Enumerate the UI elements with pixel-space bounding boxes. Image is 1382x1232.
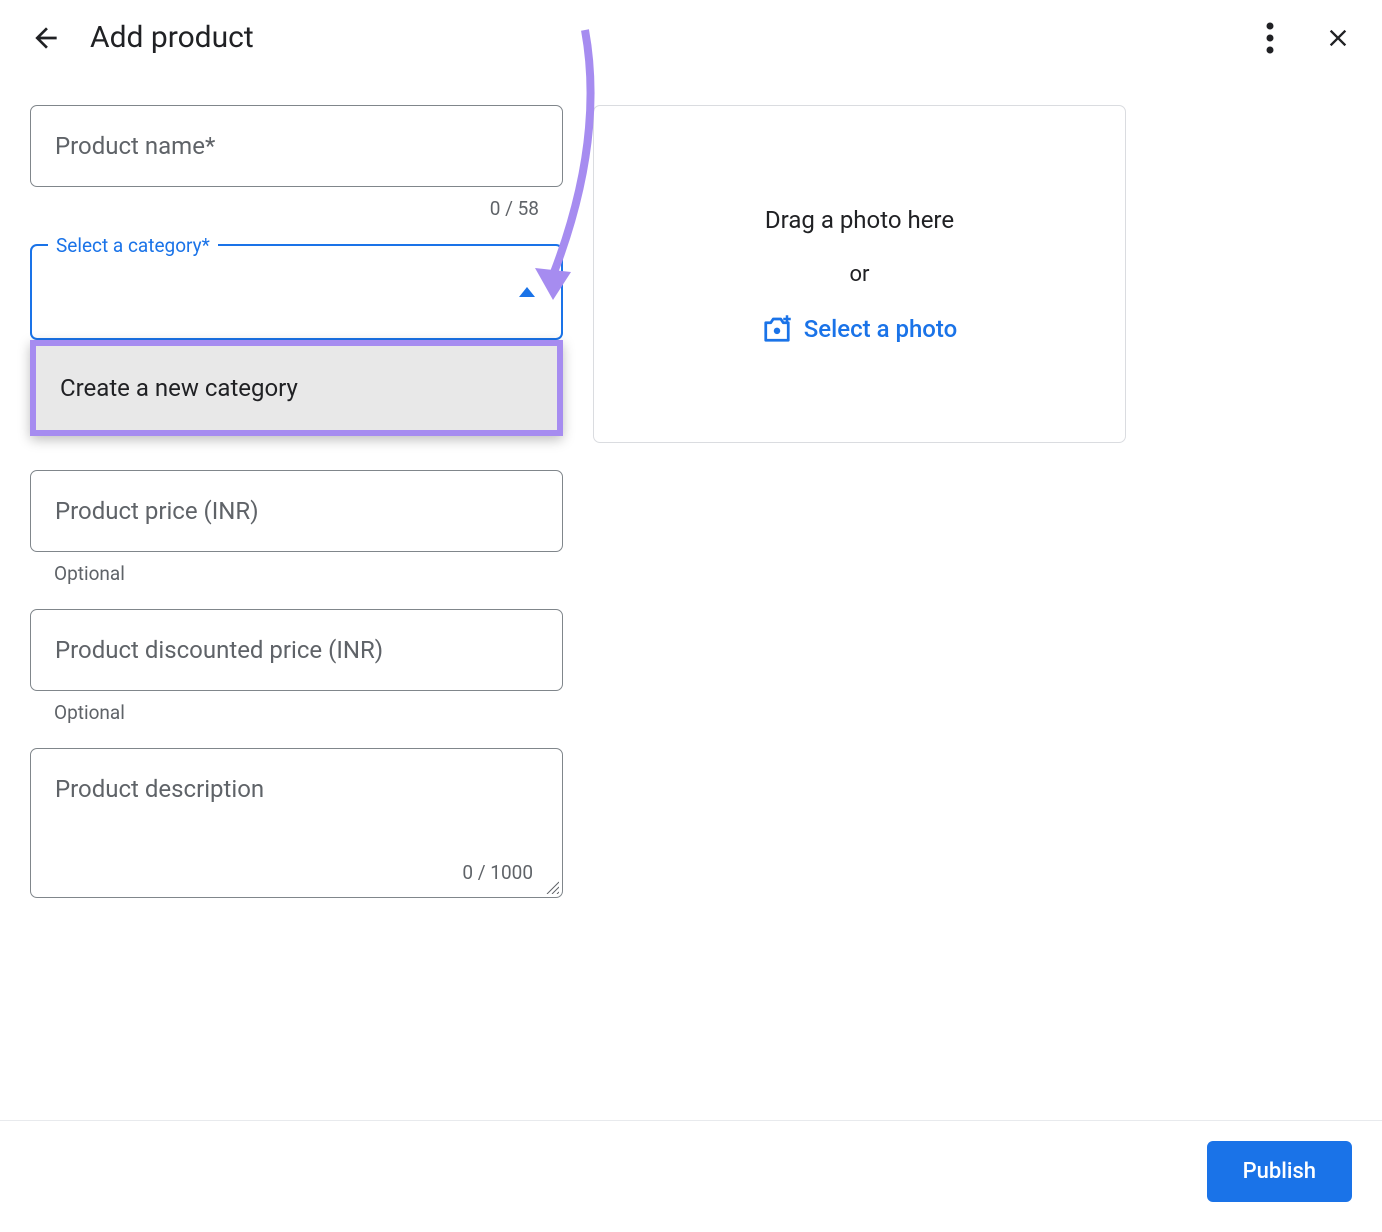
product-name-counter: 0 / 58 — [30, 197, 563, 220]
photo-drag-text: Drag a photo here — [765, 206, 954, 234]
back-arrow-icon[interactable] — [30, 22, 62, 54]
product-price-placeholder: Product price (INR) — [55, 497, 259, 525]
select-photo-button[interactable]: Select a photo — [762, 315, 958, 343]
resize-handle-icon[interactable] — [545, 880, 559, 894]
page-title: Add product — [90, 20, 254, 55]
category-label: Select a category* — [48, 234, 218, 257]
discounted-price-helper: Optional — [30, 701, 563, 724]
more-vertical-icon[interactable] — [1266, 22, 1274, 54]
photo-or-text: or — [849, 262, 869, 287]
discounted-price-placeholder: Product discounted price (INR) — [55, 636, 383, 664]
category-select[interactable]: Select a category* — [30, 244, 563, 340]
description-placeholder: Product description — [55, 775, 264, 803]
product-name-input[interactable]: Product name* — [30, 105, 563, 187]
create-new-category-option[interactable]: Create a new category — [30, 340, 563, 436]
camera-icon — [762, 315, 792, 343]
product-name-placeholder: Product name* — [55, 132, 215, 160]
discounted-price-input[interactable]: Product discounted price (INR) — [30, 609, 563, 691]
product-price-helper: Optional — [30, 562, 563, 585]
header: Add product — [0, 0, 1382, 75]
category-dropdown-menu: Create a new category — [30, 340, 563, 436]
select-photo-text: Select a photo — [804, 315, 958, 343]
description-counter: 0 / 1000 — [462, 861, 533, 884]
publish-button[interactable]: Publish — [1207, 1141, 1352, 1202]
footer: Publish — [0, 1120, 1382, 1232]
product-price-input[interactable]: Product price (INR) — [30, 470, 563, 552]
close-icon[interactable] — [1324, 24, 1352, 52]
chevron-up-icon — [519, 287, 535, 297]
photo-drop-zone[interactable]: Drag a photo here or Select a photo — [593, 105, 1126, 443]
